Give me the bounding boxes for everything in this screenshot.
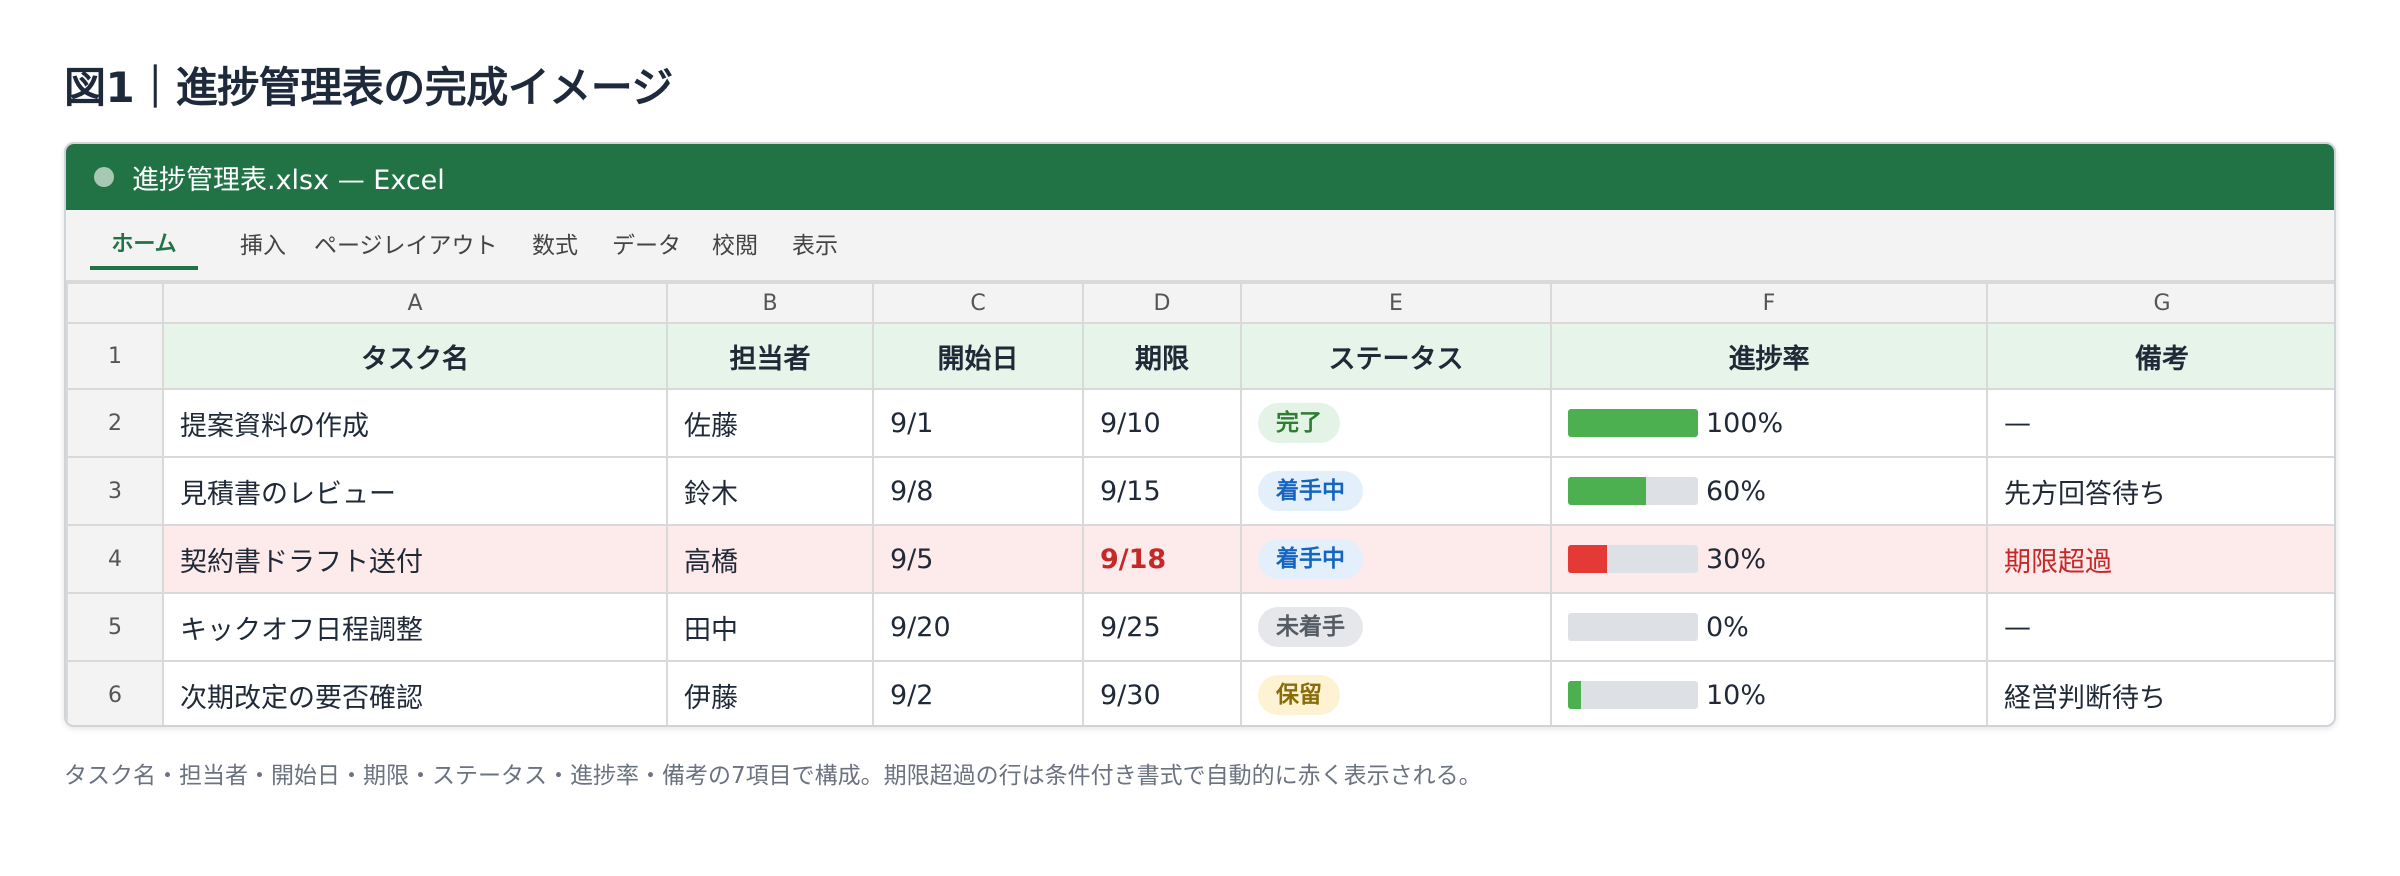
- progress-label: 0%: [1706, 611, 1749, 643]
- cell-task[interactable]: 契約書ドラフト送付: [162, 524, 668, 594]
- cell-due[interactable]: 9/25: [1082, 592, 1242, 662]
- cell-due[interactable]: 9/10: [1082, 388, 1242, 458]
- column-header-g[interactable]: G: [1986, 282, 2334, 324]
- cell-progress[interactable]: 0%: [1550, 592, 1988, 662]
- header-cell-status[interactable]: ステータス: [1240, 322, 1552, 390]
- cell-note[interactable]: —: [1986, 592, 2334, 662]
- window-titlebar: 進捗管理表.xlsx — Excel: [66, 144, 2334, 210]
- cell-task[interactable]: 次期改定の要否確認: [162, 660, 668, 725]
- header-cell-progress[interactable]: 進捗率: [1550, 322, 1988, 390]
- window-title: 進捗管理表.xlsx — Excel: [132, 164, 445, 196]
- progress-label: 30%: [1706, 543, 1767, 575]
- header-cell-due[interactable]: 期限: [1082, 322, 1242, 390]
- cell-status[interactable]: 着手中: [1240, 456, 1552, 526]
- table-row: 6 次期改定の要否確認 伊藤 9/2 9/30 保留 10% 経営判断待ち: [66, 660, 2334, 725]
- header-cell-task[interactable]: タスク名: [162, 322, 668, 390]
- row-number[interactable]: 2: [66, 388, 164, 458]
- cell-start[interactable]: 9/20: [872, 592, 1084, 662]
- cell-status[interactable]: 着手中: [1240, 524, 1552, 594]
- cell-owner[interactable]: 佐藤: [666, 388, 874, 458]
- progress-bar: [1568, 681, 1698, 709]
- progress-bar: [1568, 613, 1698, 641]
- cell-status[interactable]: 未着手: [1240, 592, 1552, 662]
- cell-progress[interactable]: 10%: [1550, 660, 1988, 725]
- spreadsheet-grid: A B C D E F G 1 タスク名 担当者 開始日 期限 ステータス 進捗…: [66, 282, 2334, 725]
- column-header-b[interactable]: B: [666, 282, 874, 324]
- row-number[interactable]: 3: [66, 456, 164, 526]
- cell-start[interactable]: 9/1: [872, 388, 1084, 458]
- progress-bar: [1568, 545, 1698, 573]
- tab-page-layout[interactable]: ページレイアウト: [314, 222, 498, 264]
- column-header-d[interactable]: D: [1082, 282, 1242, 324]
- header-cell-start[interactable]: 開始日: [872, 322, 1084, 390]
- table-row: 3 見積書のレビュー 鈴木 9/8 9/15 着手中 60% 先方回答待ち: [66, 456, 2334, 526]
- figure: 図1｜進捗管理表の完成イメージ 進捗管理表.xlsx — Excel ホーム 挿…: [0, 0, 2400, 876]
- cell-owner[interactable]: 高橋: [666, 524, 874, 594]
- progress-bar: [1568, 409, 1698, 437]
- window-dot-icon: [94, 167, 114, 187]
- status-badge: 未着手: [1258, 607, 1363, 647]
- column-header-f[interactable]: F: [1550, 282, 1988, 324]
- tab-home[interactable]: ホーム: [90, 226, 198, 270]
- cell-note[interactable]: 経営判断待ち: [1986, 660, 2334, 725]
- cell-owner[interactable]: 田中: [666, 592, 874, 662]
- cell-note[interactable]: —: [1986, 388, 2334, 458]
- header-cell-note[interactable]: 備考: [1986, 322, 2334, 390]
- cell-progress[interactable]: 30%: [1550, 524, 1988, 594]
- cell-progress[interactable]: 60%: [1550, 456, 1988, 526]
- progress-label: 10%: [1706, 679, 1767, 711]
- cell-owner[interactable]: 伊藤: [666, 660, 874, 725]
- tab-data[interactable]: データ: [612, 222, 681, 264]
- column-header-row: A B C D E F G: [66, 282, 2334, 324]
- header-cell-owner[interactable]: 担当者: [666, 322, 874, 390]
- table-row: 4 契約書ドラフト送付 高橋 9/5 9/18 着手中 30% 期限超過: [66, 524, 2334, 594]
- progress-bar-fill: [1568, 681, 1581, 709]
- tab-review[interactable]: 校閲: [712, 222, 758, 264]
- column-header-a[interactable]: A: [162, 282, 668, 324]
- row-number[interactable]: 6: [66, 660, 164, 725]
- figure-caption: タスク名・担当者・開始日・期限・ステータス・進捗率・備考の7項目で構成。期限超過…: [64, 763, 1482, 789]
- cell-progress[interactable]: 100%: [1550, 388, 1988, 458]
- column-header-e[interactable]: E: [1240, 282, 1552, 324]
- tab-insert[interactable]: 挿入: [240, 222, 286, 264]
- cell-note[interactable]: 先方回答待ち: [1986, 456, 2334, 526]
- ribbon: ホーム 挿入 ページレイアウト 数式 データ 校閲 表示: [66, 210, 2334, 282]
- table-header-row: 1 タスク名 担当者 開始日 期限 ステータス 進捗率 備考: [66, 322, 2334, 390]
- tab-view[interactable]: 表示: [792, 222, 838, 264]
- figure-title: 図1｜進捗管理表の完成イメージ: [64, 63, 673, 112]
- progress-bar: [1568, 477, 1698, 505]
- progress-bar-fill: [1568, 477, 1646, 505]
- status-badge: 完了: [1258, 403, 1340, 443]
- cell-due[interactable]: 9/15: [1082, 456, 1242, 526]
- progress-bar-fill: [1568, 409, 1698, 437]
- excel-window: 進捗管理表.xlsx — Excel ホーム 挿入 ページレイアウト 数式 デー…: [64, 142, 2336, 727]
- cell-start[interactable]: 9/5: [872, 524, 1084, 594]
- row-number[interactable]: 1: [66, 322, 164, 390]
- cell-start[interactable]: 9/2: [872, 660, 1084, 725]
- tab-formulas[interactable]: 数式: [532, 222, 578, 264]
- cell-task[interactable]: 提案資料の作成: [162, 388, 668, 458]
- cell-due[interactable]: 9/30: [1082, 660, 1242, 725]
- progress-label: 100%: [1706, 407, 1784, 439]
- cell-status[interactable]: 完了: [1240, 388, 1552, 458]
- table-row: 2 提案資料の作成 佐藤 9/1 9/10 完了 100% —: [66, 388, 2334, 458]
- row-number[interactable]: 5: [66, 592, 164, 662]
- cell-owner[interactable]: 鈴木: [666, 456, 874, 526]
- cell-task[interactable]: キックオフ日程調整: [162, 592, 668, 662]
- cell-start[interactable]: 9/8: [872, 456, 1084, 526]
- cell-due[interactable]: 9/18: [1082, 524, 1242, 594]
- select-all-corner[interactable]: [66, 282, 164, 324]
- column-header-c[interactable]: C: [872, 282, 1084, 324]
- progress-label: 60%: [1706, 475, 1767, 507]
- row-number[interactable]: 4: [66, 524, 164, 594]
- status-badge: 保留: [1258, 675, 1340, 715]
- cell-status[interactable]: 保留: [1240, 660, 1552, 725]
- status-badge: 着手中: [1258, 539, 1363, 579]
- cell-task[interactable]: 見積書のレビュー: [162, 456, 668, 526]
- status-badge: 着手中: [1258, 471, 1363, 511]
- progress-bar-fill: [1568, 545, 1607, 573]
- table-row: 5 キックオフ日程調整 田中 9/20 9/25 未着手 0% —: [66, 592, 2334, 662]
- cell-note[interactable]: 期限超過: [1986, 524, 2334, 594]
